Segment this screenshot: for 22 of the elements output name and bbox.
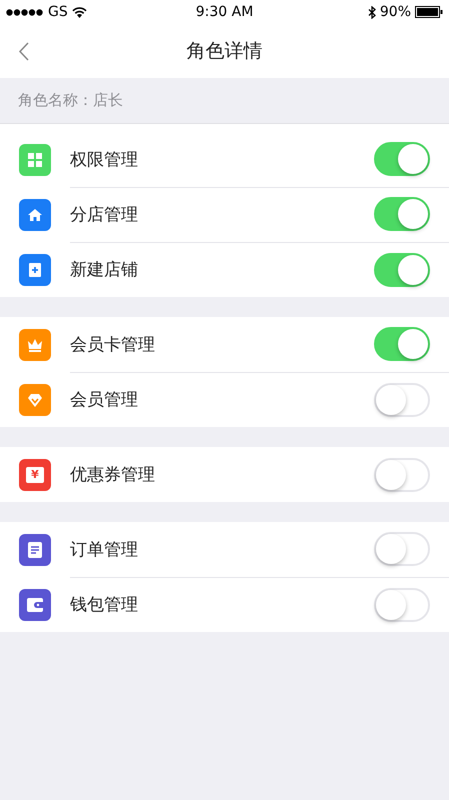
page-title: 角色详情 bbox=[186, 39, 262, 64]
wifi-icon bbox=[72, 6, 87, 18]
yen-sign: ¥ bbox=[31, 469, 39, 480]
permission-label: 分店管理 bbox=[70, 204, 138, 226]
toggle-switch[interactable] bbox=[374, 327, 430, 361]
toggle-switch[interactable] bbox=[374, 252, 430, 286]
bluetooth-icon bbox=[368, 6, 376, 18]
permission-label: 订单管理 bbox=[70, 538, 138, 560]
permission-label: 会员管理 bbox=[70, 389, 138, 411]
toggle-switch[interactable] bbox=[374, 197, 430, 231]
permission-label: 钱包管理 bbox=[70, 594, 138, 616]
battery-icon bbox=[415, 6, 443, 18]
permission-label: 优惠券管理 bbox=[70, 464, 155, 486]
signal-icon bbox=[6, 8, 44, 16]
permission-label: 权限管理 bbox=[70, 148, 138, 170]
back-icon bbox=[18, 42, 29, 61]
permission-label: 会员卡管理 bbox=[70, 334, 155, 356]
battery-percent: 90% bbox=[380, 4, 411, 20]
permission-label: 新建店铺 bbox=[70, 259, 138, 281]
carrier-name: GS bbox=[48, 4, 68, 20]
status-time: 9:30 AM bbox=[196, 4, 254, 20]
toggle-switch[interactable] bbox=[374, 142, 430, 176]
